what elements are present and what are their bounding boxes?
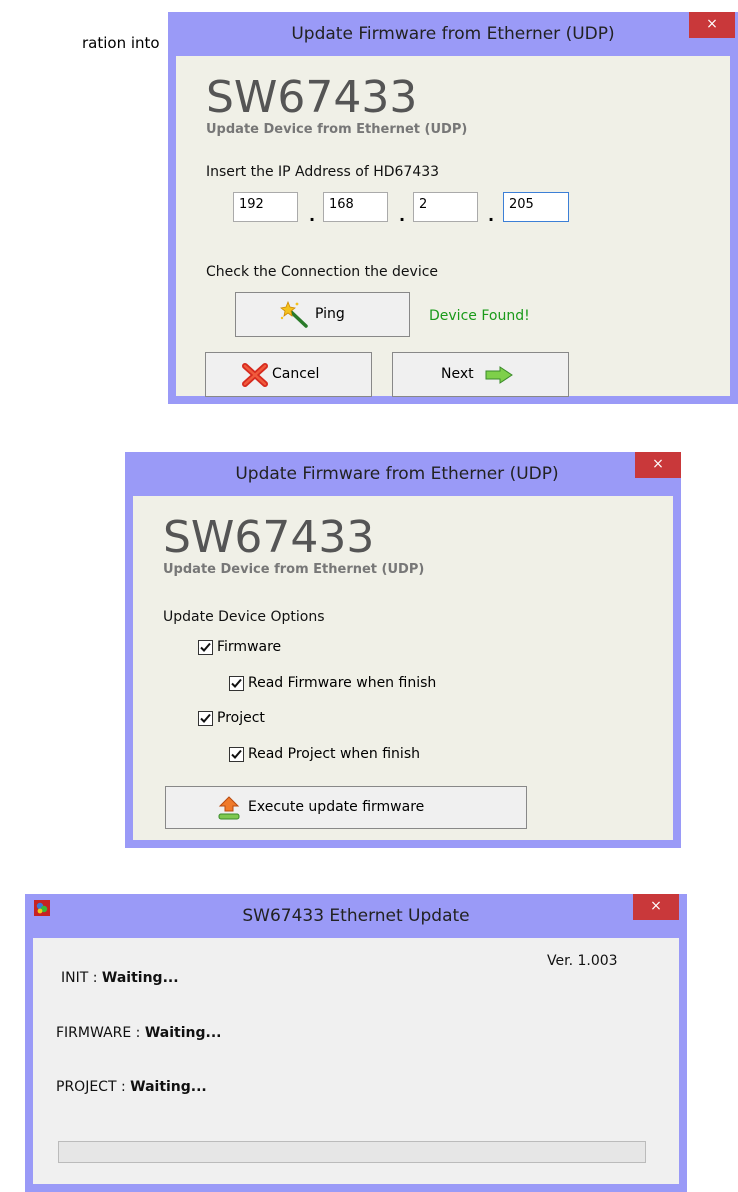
init-value: Waiting... bbox=[101, 970, 179, 986]
read-project-checkbox[interactable]: Read Project when finish bbox=[229, 746, 420, 762]
read-project-label: Read Project when finish bbox=[248, 746, 420, 762]
ip-separator: . bbox=[488, 206, 495, 225]
ping-label: Ping bbox=[315, 306, 345, 322]
window-title: Update Firmware from Etherner (UDP) bbox=[235, 464, 559, 484]
next-button[interactable]: Next bbox=[392, 352, 569, 397]
firmware-status-label: FIRMWARE : bbox=[56, 1025, 141, 1041]
magic-wand-icon bbox=[280, 300, 310, 333]
title-bar[interactable]: Update Firmware from Etherner (UDP) × bbox=[168, 12, 738, 56]
update-firmware-window-ip: Update Firmware from Etherner (UDP) × SW… bbox=[168, 12, 738, 404]
close-button[interactable]: × bbox=[635, 452, 681, 478]
document-text-fragment: ration into bbox=[82, 34, 160, 52]
document-text: ration into bbox=[0, 0, 160, 60]
title-bar[interactable]: Update Firmware from Etherner (UDP) × bbox=[125, 452, 681, 496]
window-title: Update Firmware from Etherner (UDP) bbox=[291, 24, 615, 44]
firmware-checkbox[interactable]: Firmware bbox=[198, 639, 281, 655]
execute-update-button[interactable]: Execute update firmware bbox=[165, 786, 527, 829]
project-label: Project bbox=[217, 710, 265, 726]
checkbox-checked-icon bbox=[229, 746, 244, 762]
next-label: Next bbox=[441, 366, 474, 382]
app-name: SW67433 bbox=[163, 512, 375, 563]
connection-status: Device Found! bbox=[429, 308, 530, 324]
ip-octet-4-input[interactable]: 205 bbox=[503, 192, 569, 222]
version-label: Ver. 1.003 bbox=[547, 953, 618, 969]
ip-separator: . bbox=[399, 206, 406, 225]
firmware-label: Firmware bbox=[217, 639, 282, 655]
read-firmware-checkbox[interactable]: Read Firmware when finish bbox=[229, 675, 436, 691]
upload-icon bbox=[216, 795, 242, 825]
app-name: SW67433 bbox=[206, 72, 418, 123]
green-arrow-icon bbox=[485, 366, 513, 388]
project-status: PROJECT : Waiting... bbox=[56, 1079, 207, 1095]
cancel-label: Cancel bbox=[272, 366, 320, 382]
window-client: SW67433 Update Device from Ethernet (UDP… bbox=[133, 496, 673, 840]
ethernet-update-window: SW67433 Ethernet Update × Ver. 1.003 INI… bbox=[25, 894, 687, 1192]
window-client: Ver. 1.003 INIT : Waiting... FIRMWARE : … bbox=[33, 938, 679, 1184]
firmware-status: FIRMWARE : Waiting... bbox=[56, 1025, 221, 1041]
app-subtitle: Update Device from Ethernet (UDP) bbox=[163, 562, 425, 577]
cancel-button[interactable]: Cancel bbox=[205, 352, 372, 397]
ip-address-label: Insert the IP Address of HD67433 bbox=[206, 164, 440, 180]
ip-octet-1-input[interactable]: 192 bbox=[233, 192, 298, 222]
checkbox-checked-icon bbox=[229, 675, 244, 691]
red-x-icon bbox=[242, 363, 268, 391]
window-client: SW67433 Update Device from Ethernet (UDP… bbox=[176, 56, 730, 397]
close-button[interactable]: × bbox=[633, 894, 679, 920]
ip-separator: . bbox=[309, 206, 316, 225]
init-label: INIT : bbox=[61, 970, 98, 986]
update-firmware-window-options: Update Firmware from Etherner (UDP) × SW… bbox=[125, 452, 681, 848]
update-options-label: Update Device Options bbox=[163, 609, 325, 625]
ip-octet-2-input[interactable]: 168 bbox=[323, 192, 388, 222]
app-subtitle: Update Device from Ethernet (UDP) bbox=[206, 122, 468, 137]
execute-update-label: Execute update firmware bbox=[248, 799, 425, 815]
project-status-label: PROJECT : bbox=[56, 1079, 126, 1095]
title-bar[interactable]: SW67433 Ethernet Update × bbox=[25, 894, 687, 938]
check-connection-label: Check the Connection the device bbox=[206, 264, 439, 280]
firmware-status-value: Waiting... bbox=[144, 1025, 222, 1041]
window-title: SW67433 Ethernet Update bbox=[242, 906, 470, 926]
project-checkbox[interactable]: Project bbox=[198, 710, 265, 726]
close-button[interactable]: × bbox=[689, 12, 735, 38]
init-status: INIT : Waiting... bbox=[61, 970, 179, 986]
read-firmware-label: Read Firmware when finish bbox=[248, 675, 437, 691]
ping-button[interactable]: Ping bbox=[235, 292, 410, 337]
checkbox-checked-icon bbox=[198, 710, 213, 726]
ip-octet-3-input[interactable]: 2 bbox=[413, 192, 478, 222]
checkbox-checked-icon bbox=[198, 639, 213, 655]
update-progress-bar bbox=[58, 1141, 646, 1163]
project-status-value: Waiting... bbox=[130, 1079, 207, 1095]
